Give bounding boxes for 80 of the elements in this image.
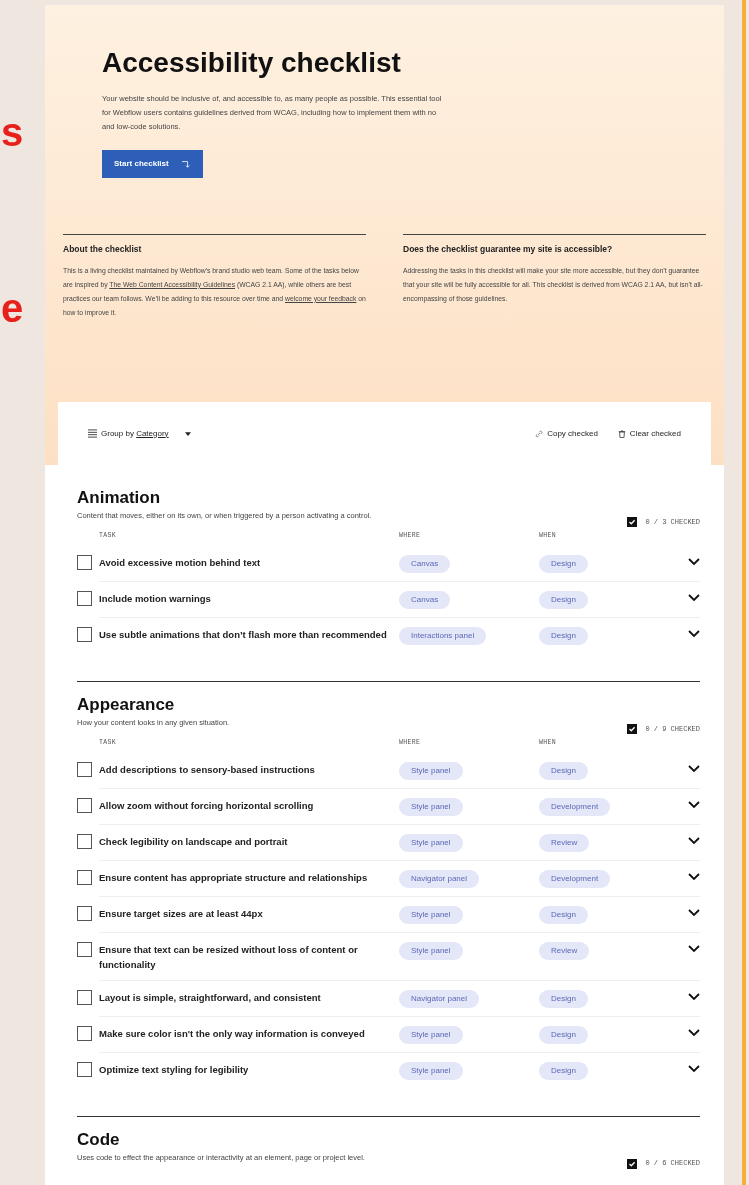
task-name: Include motion warnings: [99, 591, 212, 606]
chevron-down-icon[interactable]: [688, 1064, 700, 1073]
tag: Style panel: [399, 905, 463, 924]
trash-icon: [617, 429, 626, 438]
tag: Style panel: [399, 761, 463, 780]
tag: Design: [539, 989, 588, 1008]
tag: Review: [539, 941, 590, 960]
checkbox-icon: [627, 1158, 638, 1169]
task-name: Optimize text styling for legibility: [99, 1062, 250, 1077]
start-checklist-button[interactable]: Start checklist: [102, 150, 203, 178]
checkbox[interactable]: [77, 989, 92, 1005]
task-name: Ensure target sizes are at least 44px: [99, 906, 264, 921]
checkbox[interactable]: [77, 869, 92, 885]
chevron-down-icon[interactable]: [688, 557, 700, 566]
chevron-down-icon[interactable]: [688, 629, 700, 638]
tag: Design: [539, 1025, 588, 1044]
tag: Style panel: [399, 941, 463, 960]
tag: Style panel: [399, 833, 463, 852]
task-name: Check legibility on landscape and portrait: [99, 834, 289, 849]
tag: Style panel: [399, 1061, 463, 1080]
tag: Style panel: [399, 797, 463, 816]
checkbox[interactable]: [77, 626, 92, 642]
link-icon: [535, 429, 544, 438]
task-name: Avoid excessive motion behind text: [99, 555, 262, 570]
tag: Design: [539, 1061, 588, 1080]
task-name: Make sure color isn't the only way information is conveyed: [99, 1026, 366, 1041]
checkbox[interactable]: [77, 941, 92, 957]
tag: Design: [539, 626, 588, 645]
tag: Development: [539, 797, 611, 816]
chevron-down-icon[interactable]: [688, 944, 700, 953]
checkbox[interactable]: [77, 797, 92, 813]
chevron-down-icon[interactable]: [688, 1028, 700, 1037]
info-heading: Does the checklist guarantee my site is accessible?: [403, 243, 614, 256]
chevron-down-icon[interactable]: [688, 836, 700, 845]
task-name: Allow zoom without forcing horizontal scrolling: [99, 798, 315, 813]
tag: Design: [539, 554, 588, 573]
checkbox-icon: [627, 723, 638, 734]
page-title: Accessibility checklist: [102, 46, 402, 80]
task-name: Layout is simple, straightforward, and consistent: [99, 990, 322, 1005]
section-title: Code: [77, 1128, 121, 1150]
tag: Canvas: [399, 554, 451, 573]
tag: Design: [539, 761, 588, 780]
chevron-down-icon[interactable]: [688, 593, 700, 602]
tag: Navigator panel: [399, 989, 480, 1008]
copy-checked-button[interactable]: Copy checked: [535, 427, 598, 440]
chevron-down-icon[interactable]: [688, 764, 700, 773]
task-name: Add descriptions to sensory-based instructions: [99, 762, 316, 777]
task-name: Use subtle animations that don’t flash more than recommended: [99, 627, 388, 642]
checkbox[interactable]: [77, 590, 92, 606]
group-by-dropdown[interactable]: Group by Category: [88, 427, 191, 440]
checkbox[interactable]: [77, 554, 92, 570]
tag: Development: [539, 869, 611, 888]
checkbox-icon: [627, 517, 638, 527]
task-name: Ensure content has appropriate structure and relationships: [99, 870, 369, 885]
arrow-down-icon: [180, 160, 191, 168]
tag: Navigator panel: [399, 869, 480, 888]
checkbox[interactable]: [77, 905, 92, 921]
side-letter: s: [1, 112, 24, 152]
tag: Review: [539, 833, 590, 852]
tag: Interactions panel: [399, 626, 487, 645]
chevron-down-icon[interactable]: [688, 992, 700, 1001]
section-title: Animation: [77, 487, 162, 509]
clear-checked-button[interactable]: Clear checked: [617, 427, 681, 440]
section-title: Appearance: [77, 693, 176, 715]
checkbox[interactable]: [77, 1061, 92, 1077]
task-name: Ensure that text can be resized without loss of content or functionality: [99, 942, 359, 972]
chevron-down-icon[interactable]: [688, 872, 700, 881]
checkbox[interactable]: [77, 761, 92, 777]
list-icon: [88, 429, 97, 438]
info-heading: About the checklist: [63, 243, 143, 256]
tag: Design: [539, 905, 588, 924]
tag: Style panel: [399, 1025, 463, 1044]
checkbox[interactable]: [77, 1025, 92, 1041]
chevron-down-icon[interactable]: [688, 908, 700, 917]
caret-icon: [184, 431, 191, 436]
tag: Canvas: [399, 590, 451, 609]
tag: Design: [539, 590, 588, 609]
side-letter: e: [1, 288, 24, 328]
chevron-down-icon[interactable]: [688, 800, 700, 809]
checkbox[interactable]: [77, 833, 92, 849]
